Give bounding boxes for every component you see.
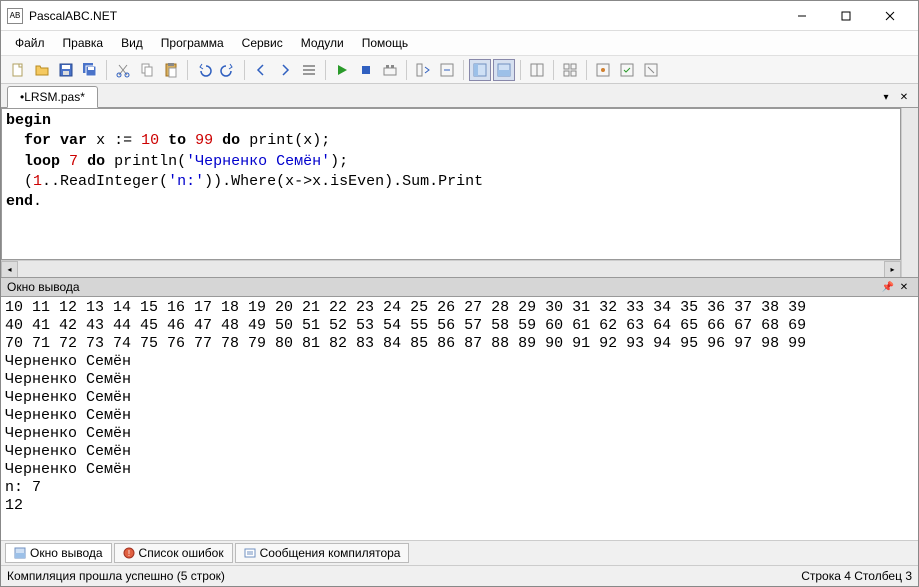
nav-fwd-button[interactable] bbox=[274, 59, 296, 81]
bottom-tab-icon bbox=[14, 547, 26, 559]
maximize-button[interactable] bbox=[824, 2, 868, 30]
menu-bar: ФайлПравкаВидПрограммаСервисМодулиПомощь bbox=[1, 31, 918, 56]
menu-item-4[interactable]: Сервис bbox=[234, 33, 291, 53]
paste-button[interactable] bbox=[160, 59, 182, 81]
output-panel-header: Окно вывода 📌 ✕ bbox=[1, 277, 918, 297]
editor-horizontal-scrollbar[interactable]: ◂ ▸ bbox=[1, 260, 901, 277]
bottom-tab-0[interactable]: Окно вывода bbox=[5, 543, 112, 563]
pin-icon[interactable]: 📌 bbox=[880, 280, 896, 294]
tab-close-button[interactable]: ✕ bbox=[896, 89, 912, 105]
menu-item-5[interactable]: Модули bbox=[293, 33, 352, 53]
compile-button[interactable] bbox=[379, 59, 401, 81]
tab-strip: •LRSM.pas* ▾ ✕ bbox=[1, 84, 918, 108]
panel3-button[interactable] bbox=[526, 59, 548, 81]
code-editor[interactable]: begin for var x := 10 to 99 do print(x);… bbox=[1, 108, 901, 260]
panel1-button[interactable] bbox=[469, 59, 491, 81]
run-button[interactable] bbox=[331, 59, 353, 81]
close-button[interactable] bbox=[868, 2, 912, 30]
output-panel-title: Окно вывода bbox=[7, 280, 880, 294]
redo-button[interactable] bbox=[217, 59, 239, 81]
save-all-button[interactable] bbox=[79, 59, 101, 81]
menu-item-2[interactable]: Вид bbox=[113, 33, 151, 53]
bottom-tab-icon bbox=[244, 547, 256, 559]
new-file-button[interactable] bbox=[7, 59, 29, 81]
scroll-left-icon[interactable]: ◂ bbox=[1, 261, 18, 278]
app-icon: AB bbox=[7, 8, 23, 24]
bottom-tab-icon: ! bbox=[123, 547, 135, 559]
step-into-button[interactable] bbox=[412, 59, 434, 81]
output-panel[interactable]: 10 11 12 13 14 15 16 17 18 19 20 21 22 2… bbox=[1, 297, 918, 540]
tool3-button[interactable] bbox=[616, 59, 638, 81]
tab-dropdown-button[interactable]: ▾ bbox=[878, 89, 894, 105]
svg-text:!: ! bbox=[127, 549, 129, 558]
menu-item-3[interactable]: Программа bbox=[153, 33, 232, 53]
bottom-tab-1[interactable]: ! Список ошибок bbox=[114, 543, 233, 563]
title-bar: AB PascalABC.NET bbox=[1, 1, 918, 31]
menu-item-6[interactable]: Помощь bbox=[354, 33, 416, 53]
tool4-button[interactable] bbox=[640, 59, 662, 81]
step-over-button[interactable] bbox=[436, 59, 458, 81]
scroll-right-icon[interactable]: ▸ bbox=[884, 261, 901, 278]
status-bar: Компиляция прошла успешно (5 строк) Стро… bbox=[1, 565, 918, 586]
bottom-tab-strip: Окно вывода! Список ошибок Сообщения компи… bbox=[1, 540, 918, 565]
tool2-button[interactable] bbox=[592, 59, 614, 81]
toolbar bbox=[1, 56, 918, 84]
save-button[interactable] bbox=[55, 59, 77, 81]
menu-item-0[interactable]: Файл bbox=[7, 33, 53, 53]
tool1-button[interactable] bbox=[559, 59, 581, 81]
bottom-tab-label: Список ошибок bbox=[139, 546, 224, 560]
nav-list-button[interactable] bbox=[298, 59, 320, 81]
bottom-tab-label: Сообщения компилятора bbox=[260, 546, 401, 560]
window-title: PascalABC.NET bbox=[29, 9, 780, 23]
status-right: Строка 4 Столбец 3 bbox=[801, 569, 912, 583]
editor-tab[interactable]: •LRSM.pas* bbox=[7, 86, 98, 108]
panel2-button[interactable] bbox=[493, 59, 515, 81]
editor-vertical-scrollbar[interactable] bbox=[901, 108, 918, 277]
nav-back-button[interactable] bbox=[250, 59, 272, 81]
copy-button[interactable] bbox=[136, 59, 158, 81]
panel-close-icon[interactable]: ✕ bbox=[896, 280, 912, 294]
cut-button[interactable] bbox=[112, 59, 134, 81]
menu-item-1[interactable]: Правка bbox=[55, 33, 112, 53]
minimize-button[interactable] bbox=[780, 2, 824, 30]
stop-button[interactable] bbox=[355, 59, 377, 81]
bottom-tab-label: Окно вывода bbox=[30, 546, 103, 560]
undo-button[interactable] bbox=[193, 59, 215, 81]
status-left: Компиляция прошла успешно (5 строк) bbox=[7, 569, 801, 583]
bottom-tab-2[interactable]: Сообщения компилятора bbox=[235, 543, 410, 563]
open-file-button[interactable] bbox=[31, 59, 53, 81]
